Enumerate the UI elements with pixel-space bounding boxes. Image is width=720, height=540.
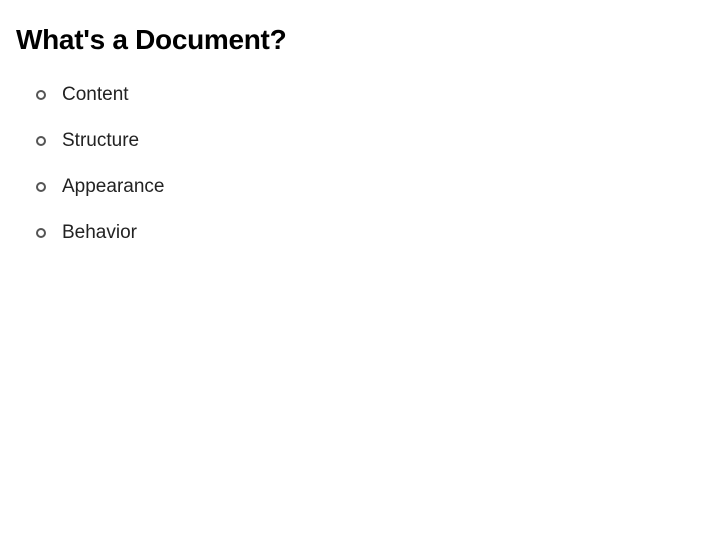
circle-bullet-icon: [36, 182, 46, 192]
list-item: Content: [36, 84, 704, 106]
list-item-label: Content: [62, 84, 129, 106]
list-item-label: Appearance: [62, 176, 164, 198]
list-item: Structure: [36, 130, 704, 152]
list-item-label: Behavior: [62, 222, 137, 244]
circle-bullet-icon: [36, 90, 46, 100]
circle-bullet-icon: [36, 136, 46, 146]
slide-title: What's a Document?: [16, 24, 704, 56]
circle-bullet-icon: [36, 228, 46, 238]
list-item-label: Structure: [62, 130, 139, 152]
bullet-list: Content Structure Appearance Behavior: [16, 84, 704, 244]
list-item: Behavior: [36, 222, 704, 244]
list-item: Appearance: [36, 176, 704, 198]
